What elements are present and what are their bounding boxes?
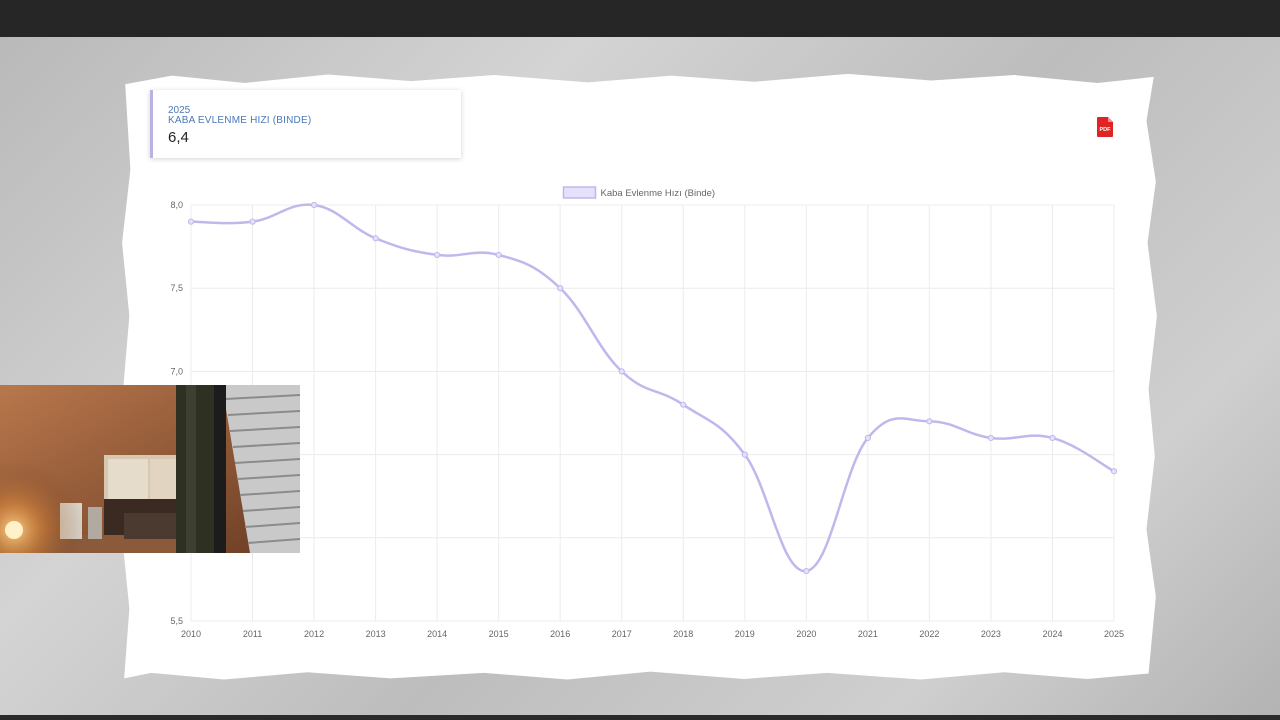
legend-item[interactable]: Kaba Evlenme Hızı (Binde)	[562, 186, 716, 199]
data-point	[987, 434, 995, 442]
legend-swatch	[562, 186, 597, 199]
x-tick-label: 2025	[1104, 629, 1124, 639]
data-point	[557, 285, 564, 292]
data-point	[1049, 434, 1056, 442]
data-point	[372, 235, 379, 242]
legend-label: Kaba Evlenme Hızı (Binde)	[601, 188, 716, 199]
x-tick-label: 2020	[796, 629, 816, 639]
y-tick-label: 7,0	[170, 366, 183, 376]
x-tick-label: 2018	[673, 629, 693, 639]
data-point	[495, 251, 502, 259]
series-line	[190, 203, 1115, 573]
webcam-room-scene	[0, 385, 300, 553]
data-point	[434, 251, 441, 259]
x-tick-label: 2013	[366, 629, 386, 639]
data-point	[1110, 468, 1118, 475]
chart-series	[187, 201, 1118, 575]
chart-legend[interactable]: Kaba Evlenme Hızı (Binde)	[562, 186, 716, 199]
data-point	[864, 434, 871, 442]
data-point	[618, 368, 625, 375]
line-chart: 8,07,57,06,56,05,52010201120122013201420…	[170, 186, 1124, 639]
y-tick-label: 7,5	[170, 283, 183, 293]
x-tick-label: 2017	[612, 629, 632, 639]
x-tick-label: 2016	[550, 629, 570, 639]
data-point	[741, 451, 748, 458]
chart-axes: 8,07,57,06,56,05,52010201120122013201420…	[170, 200, 1124, 639]
x-tick-label: 2010	[181, 629, 201, 639]
x-tick-label: 2014	[427, 629, 447, 639]
x-tick-label: 2012	[304, 629, 324, 639]
data-point	[187, 218, 195, 225]
x-tick-label: 2019	[735, 629, 755, 639]
y-tick-label: 5,5	[170, 616, 183, 626]
x-tick-label: 2015	[489, 629, 509, 639]
x-tick-label: 2023	[981, 629, 1001, 639]
data-point	[926, 418, 933, 425]
chart-grid	[190, 204, 1115, 622]
data-point	[249, 218, 256, 225]
y-tick-label: 8,0	[170, 200, 183, 210]
x-tick-label: 2022	[919, 629, 939, 639]
data-point	[803, 567, 810, 575]
data-point	[310, 201, 318, 209]
x-tick-label: 2011	[243, 629, 262, 639]
webcam-overlay	[0, 385, 300, 553]
x-tick-label: 2024	[1042, 629, 1062, 639]
data-point	[680, 401, 687, 408]
x-tick-label: 2021	[858, 629, 878, 639]
